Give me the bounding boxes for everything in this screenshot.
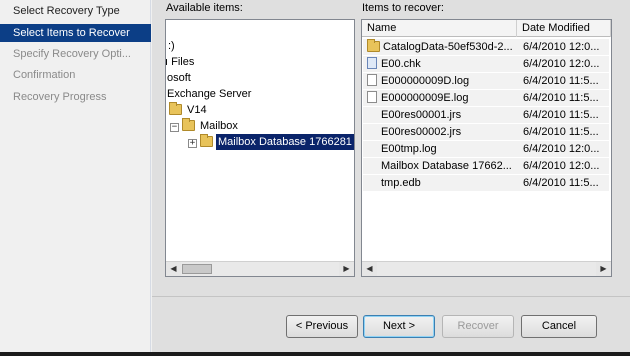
available-items-tree[interactable]: :) ı Files osoft Exchange Server V14 − Ma… — [165, 19, 355, 277]
tree-node[interactable]: ı Files — [166, 54, 196, 70]
file-icon — [367, 91, 377, 103]
items-to-recover-list[interactable]: Name Date Modified CatalogData-50ef530d-… — [361, 19, 612, 277]
collapse-icon[interactable]: − — [170, 123, 179, 132]
scroll-left-arrow-icon[interactable]: ◀ — [362, 262, 377, 276]
tree-node[interactable]: osoft — [166, 70, 193, 86]
scroll-right-arrow-icon[interactable]: ▶ — [596, 262, 611, 276]
column-header-name[interactable]: Name — [362, 20, 517, 37]
step-select-items-to-recover: Select Items to Recover — [0, 24, 151, 42]
list-item[interactable]: E00res00002.jrs 6/4/2010 11:5... — [363, 124, 609, 140]
expand-icon[interactable]: + — [188, 139, 197, 148]
step-recovery-progress: Recovery Progress — [13, 91, 107, 103]
list-item[interactable]: tmp.edb 6/4/2010 11:5... — [363, 175, 609, 191]
next-button[interactable]: Next > — [363, 315, 435, 338]
tree-node-v14[interactable]: V14 — [169, 102, 209, 118]
scroll-right-arrow-icon[interactable]: ▶ — [339, 262, 354, 276]
scroll-left-arrow-icon[interactable]: ◀ — [166, 262, 181, 276]
folder-icon — [200, 134, 213, 147]
folder-icon — [367, 39, 380, 52]
items-to-recover-label: Items to recover: — [362, 2, 444, 14]
tree-horizontal-scrollbar[interactable]: ◀ ▶ — [166, 261, 354, 276]
wizard-steps-panel: Select Recovery Type Select Items to Rec… — [0, 0, 151, 352]
tree-node[interactable]: :) — [166, 38, 177, 54]
list-horizontal-scrollbar[interactable]: ◀ ▶ — [362, 261, 611, 276]
step-specify-recovery-options: Specify Recovery Opti... — [13, 48, 131, 60]
folder-icon — [169, 102, 182, 115]
list-item[interactable]: E000000009E.log 6/4/2010 11:5... — [363, 90, 609, 106]
list-item[interactable]: E00tmp.log 6/4/2010 12:0... — [363, 141, 609, 157]
cancel-button[interactable]: Cancel — [521, 315, 597, 338]
window-bottom-edge — [0, 352, 630, 356]
step-select-recovery-type: Select Recovery Type — [13, 5, 120, 17]
scroll-thumb[interactable] — [182, 264, 212, 274]
tree-node[interactable]: Exchange Server — [166, 86, 253, 102]
recover-button[interactable]: Recover — [442, 315, 514, 338]
previous-button[interactable]: < Previous — [286, 315, 358, 338]
step-confirmation: Confirmation — [13, 69, 76, 81]
list-item[interactable]: E000000009D.log 6/4/2010 11:5... — [363, 73, 609, 89]
list-header: Name Date Modified — [362, 20, 611, 37]
file-icon — [367, 74, 377, 86]
available-items-label: Available items: — [166, 2, 243, 14]
list-item[interactable]: E00.chk 6/4/2010 12:0... — [363, 56, 609, 72]
list-item[interactable]: E00res00001.jrs 6/4/2010 11:5... — [363, 107, 609, 123]
chk-file-icon — [367, 57, 377, 69]
tree-node-mailbox-database[interactable]: + Mailbox Database 1766281 — [188, 134, 354, 150]
column-header-date-modified[interactable]: Date Modified — [517, 20, 611, 37]
folder-icon — [182, 118, 195, 131]
list-item[interactable]: CatalogData-50ef530d-2... 6/4/2010 12:0.… — [363, 39, 609, 55]
list-item[interactable]: Mailbox Database 17662... 6/4/2010 12:0.… — [363, 158, 609, 174]
tree-node-mailbox[interactable]: − Mailbox — [170, 118, 240, 134]
